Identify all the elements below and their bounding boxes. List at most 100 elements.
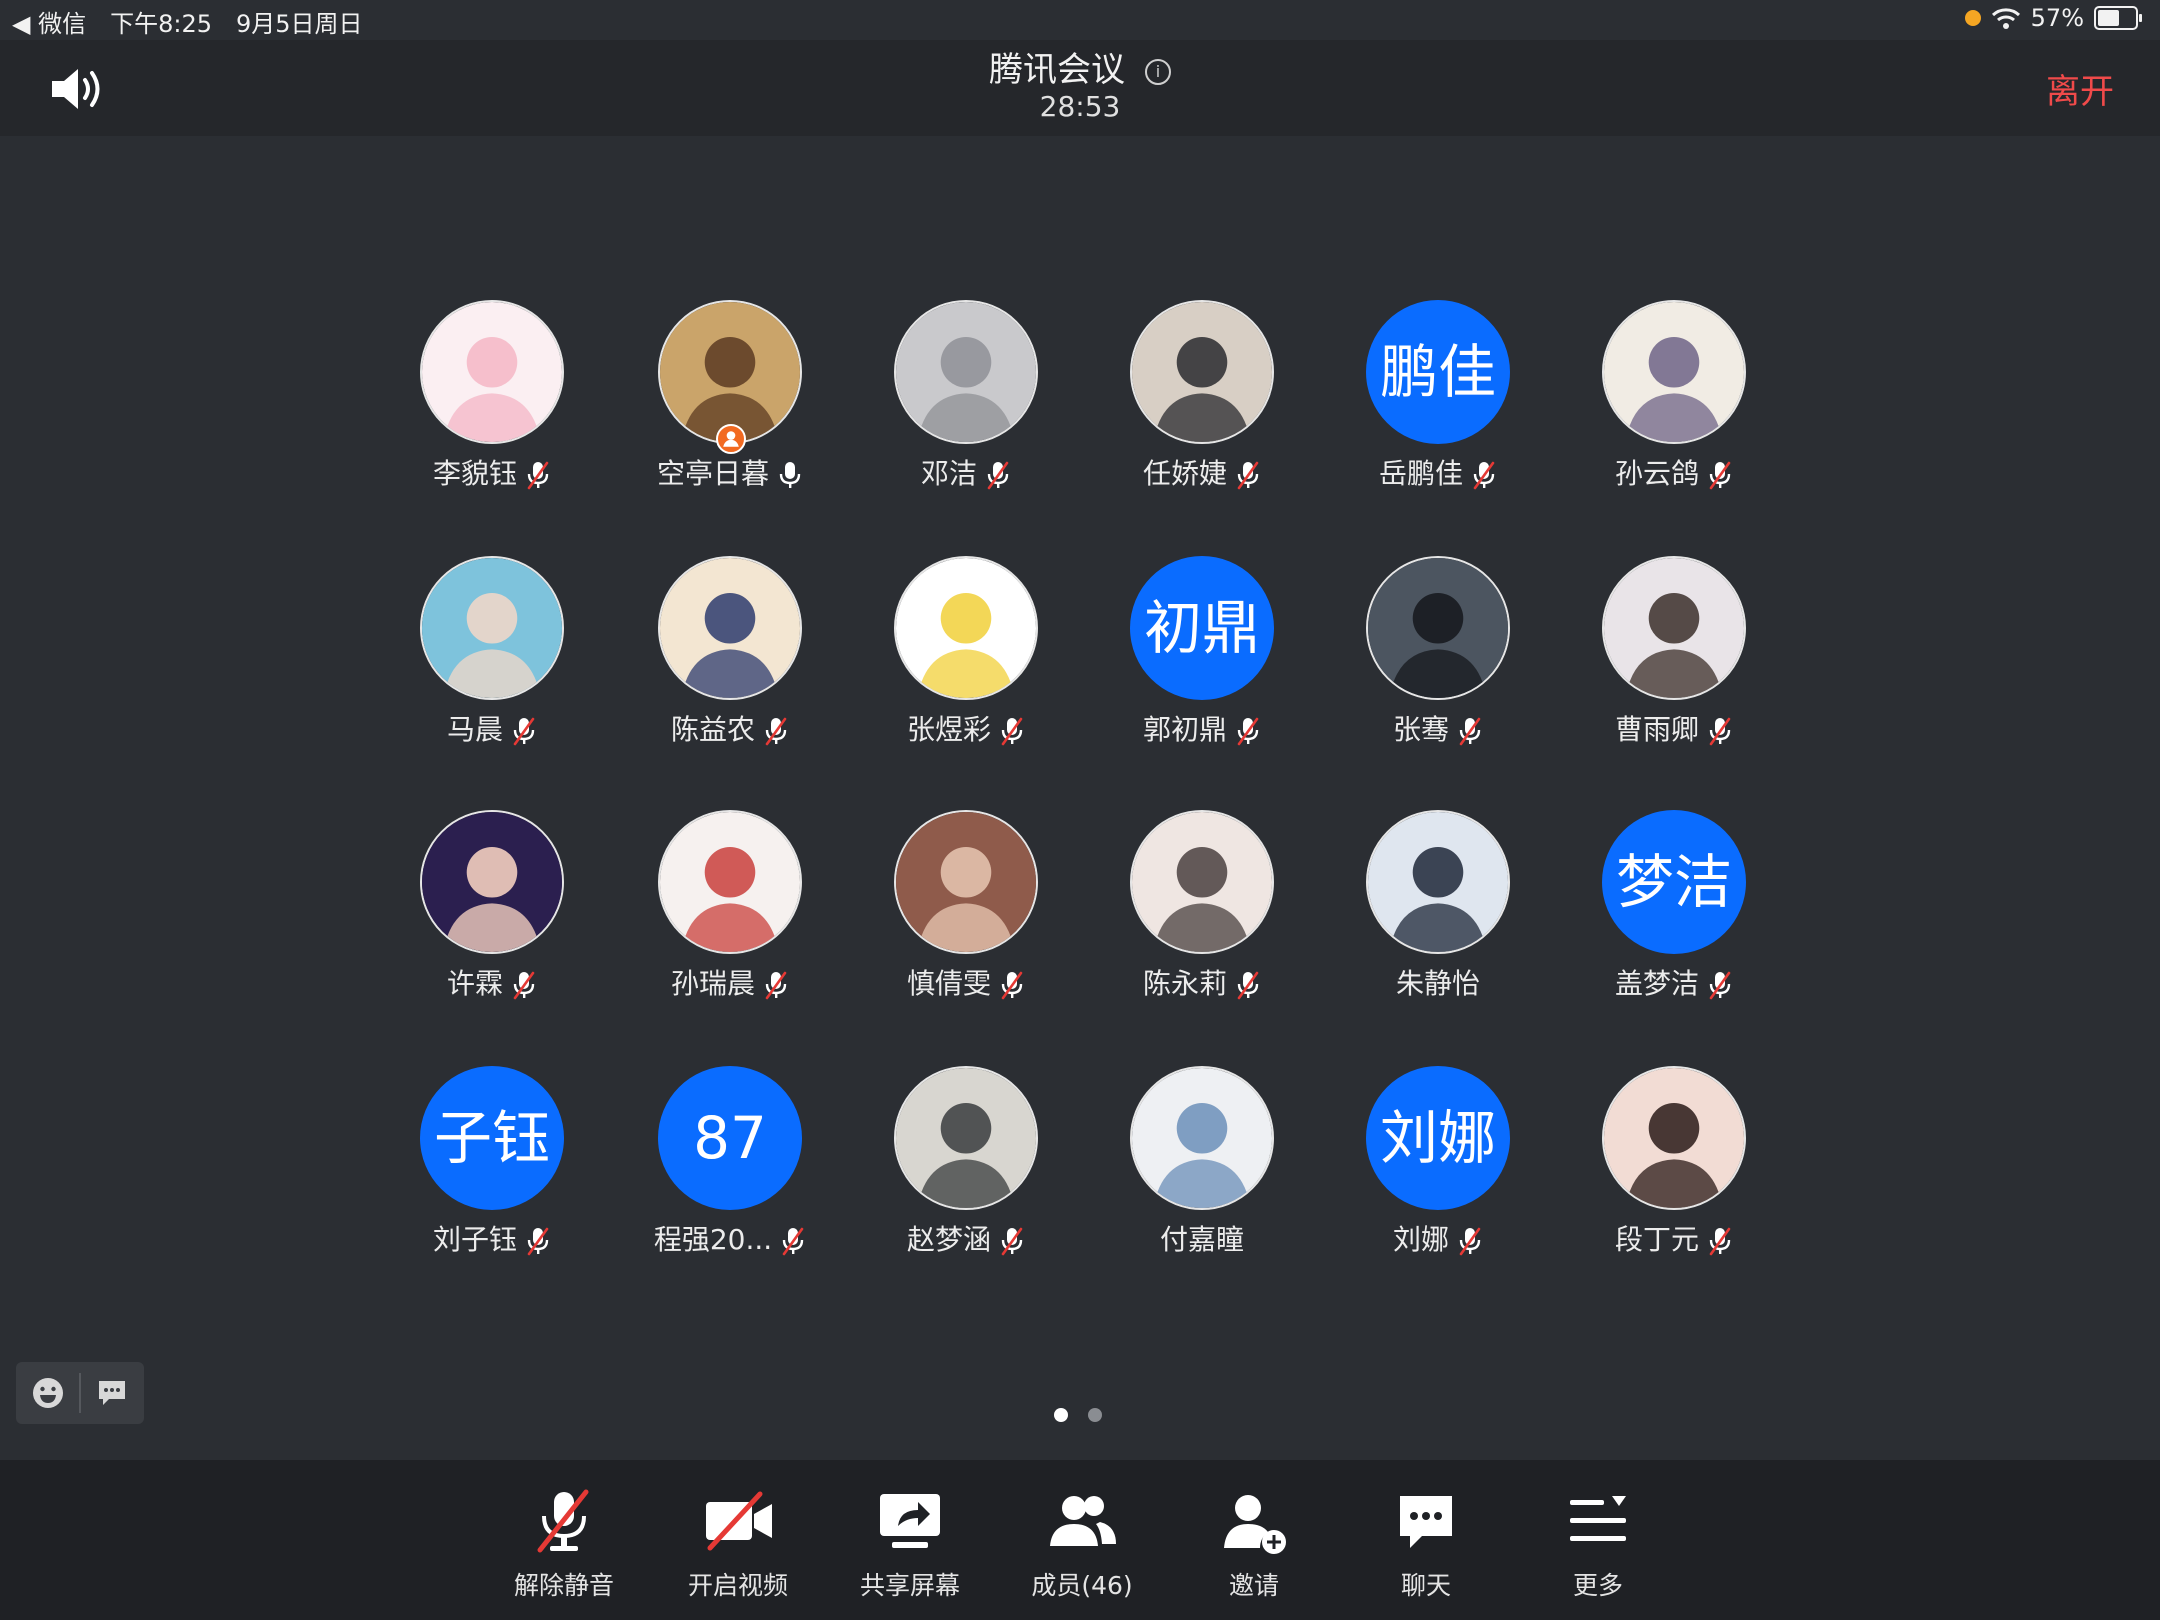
avatar	[658, 556, 802, 700]
back-to-app[interactable]: ◀ 微信	[12, 4, 86, 39]
participant-name-row: 陈永莉	[1084, 962, 1320, 1002]
unmute-button[interactable]: 解除静音	[478, 1486, 650, 1606]
avatar	[1602, 300, 1746, 444]
participant-tile[interactable]: 李貌钰	[374, 300, 610, 500]
page-dot[interactable]	[1088, 1408, 1102, 1422]
mic-icon	[779, 462, 801, 488]
toolbar-label: 更多	[1572, 1571, 1623, 1600]
participant-tile[interactable]: 朱静怡	[1320, 810, 1556, 1010]
status-bar: ◀ 微信 下午8:25 9月5日周日 57%	[0, 0, 2160, 40]
mic-muted-icon	[1459, 1227, 1481, 1256]
participant-name: 朱静怡	[1395, 967, 1480, 1000]
meeting-title-text: 腾讯会议	[989, 50, 1125, 90]
participant-tile[interactable]: 任娇婕	[1084, 300, 1320, 500]
participant-name: 许霖	[446, 967, 503, 1000]
members-button[interactable]: 成员(46)	[996, 1486, 1168, 1606]
participant-name-row: 付嘉瞳	[1084, 1218, 1320, 1258]
page-dot[interactable]	[1054, 1408, 1068, 1422]
meeting-title[interactable]: 腾讯会议 i	[0, 42, 2160, 91]
participant-tile[interactable]: 邓洁	[848, 300, 1084, 500]
participant-name: 刘娜	[1392, 1223, 1449, 1256]
participant-tile[interactable]: 曹雨卿	[1556, 556, 1792, 756]
mic-muted-icon	[782, 1227, 804, 1256]
start-video-button[interactable]: 开启视频	[652, 1486, 824, 1606]
participant-name: 付嘉瞳	[1159, 1223, 1244, 1256]
participant-tile[interactable]: 慎倩雯	[848, 810, 1084, 1010]
avatar: 鹏佳	[1366, 300, 1510, 444]
participant-name-row: 许霖	[374, 962, 610, 1002]
page-indicator[interactable]	[1054, 1408, 1102, 1422]
avatar	[1130, 1066, 1274, 1210]
participant-name: 任娇婕	[1142, 457, 1227, 490]
more-button[interactable]: 更多	[1512, 1486, 1684, 1606]
participant-name: 陈益农	[670, 713, 755, 746]
participant-tile[interactable]: 鹏佳 岳鹏佳	[1320, 300, 1556, 500]
participant-tile[interactable]: 陈益农	[612, 556, 848, 756]
avatar	[1366, 556, 1510, 700]
toolbar-label: 聊天	[1400, 1571, 1451, 1600]
participant-tile[interactable]: 孙瑞晨	[612, 810, 848, 1010]
participant-tile[interactable]: 张骞	[1320, 556, 1556, 756]
mic-muted-icon	[1709, 971, 1731, 1000]
participant-tile[interactable]: 87 程强20...	[612, 1066, 848, 1266]
avatar	[658, 300, 802, 444]
participant-tile[interactable]: 赵梦涵	[848, 1066, 1084, 1266]
toolbar-label: 共享屏幕	[859, 1571, 960, 1600]
participant-name-row: 慎倩雯	[848, 962, 1084, 1002]
participant-tile[interactable]: 子钰 刘子钰	[374, 1066, 610, 1266]
invite-button[interactable]: 邀请	[1168, 1486, 1340, 1606]
participant-name-row: 朱静怡	[1320, 962, 1556, 1002]
participant-name: 孙云鸽	[1614, 457, 1699, 490]
participant-name-row: 李貌钰	[374, 452, 610, 492]
participant-name: 赵梦涵	[906, 1223, 991, 1256]
participant-tile[interactable]: 刘娜 刘娜	[1320, 1066, 1556, 1266]
participant-name-row: 张骞	[1320, 708, 1556, 748]
members-icon	[1050, 1496, 1116, 1546]
participant-name: 盖梦洁	[1614, 967, 1699, 1000]
participant-tile[interactable]: 初鼎 郭初鼎	[1084, 556, 1320, 756]
participant-name-row: 孙瑞晨	[612, 962, 848, 1002]
mic-muted-icon	[513, 971, 535, 1000]
status-date: 9月5日周日	[236, 10, 363, 38]
mic-muted-icon	[1709, 717, 1731, 746]
avatar	[1602, 556, 1746, 700]
participant-tile[interactable]: 张煜彩	[848, 556, 1084, 756]
participant-tile[interactable]: 许霖	[374, 810, 610, 1010]
participant-tile[interactable]: 段丁元	[1556, 1066, 1792, 1266]
participant-name-row: 岳鹏佳	[1320, 452, 1556, 492]
mic-muted-icon	[1237, 717, 1259, 746]
participant-name-row: 陈益农	[612, 708, 848, 748]
participant-name-row: 段丁元	[1556, 1218, 1792, 1258]
participant-name-row: 曹雨卿	[1556, 708, 1792, 748]
bottom-toolbar: 解除静音 开启视频 共享屏幕 成员(46) 邀请 聊天 更多	[0, 1460, 2160, 1620]
invite-icon	[1224, 1495, 1286, 1554]
meeting-header: 腾讯会议 i 28:53 离开	[0, 40, 2160, 136]
participant-tile[interactable]: 空亭日暮	[612, 300, 848, 500]
participant-name: 张骞	[1392, 713, 1449, 746]
battery-icon	[2094, 6, 2142, 30]
participant-name: 陈永莉	[1142, 967, 1227, 1000]
mic-muted-icon	[513, 717, 535, 746]
avatar	[894, 810, 1038, 954]
participant-tile[interactable]: 付嘉瞳	[1084, 1066, 1320, 1266]
leave-button[interactable]: 离开	[2046, 64, 2114, 113]
participant-name: 马晨	[446, 713, 503, 746]
participant-name: 慎倩雯	[906, 967, 991, 1000]
mic-muted-icon	[1709, 461, 1731, 490]
participant-tile[interactable]: 孙云鸽	[1556, 300, 1792, 500]
status-time: 下午8:25	[110, 10, 212, 38]
participant-tile[interactable]: 陈永莉	[1084, 810, 1320, 1010]
quick-chat-button[interactable]	[81, 1362, 144, 1424]
participant-name-row: 张煜彩	[848, 708, 1084, 748]
mic-muted-icon	[1237, 461, 1259, 490]
participant-name-row: 孙云鸽	[1556, 452, 1792, 492]
participant-tile[interactable]: 马晨	[374, 556, 610, 756]
participant-name: 张煜彩	[906, 713, 991, 746]
chat-button[interactable]: 聊天	[1340, 1486, 1512, 1606]
share-screen-button[interactable]: 共享屏幕	[824, 1486, 996, 1606]
emoji-button[interactable]	[16, 1362, 79, 1424]
participant-tile[interactable]: 梦洁 盖梦洁	[1556, 810, 1792, 1010]
avatar	[658, 810, 802, 954]
info-icon[interactable]: i	[1145, 58, 1171, 85]
avatar: 子钰	[420, 1066, 564, 1210]
